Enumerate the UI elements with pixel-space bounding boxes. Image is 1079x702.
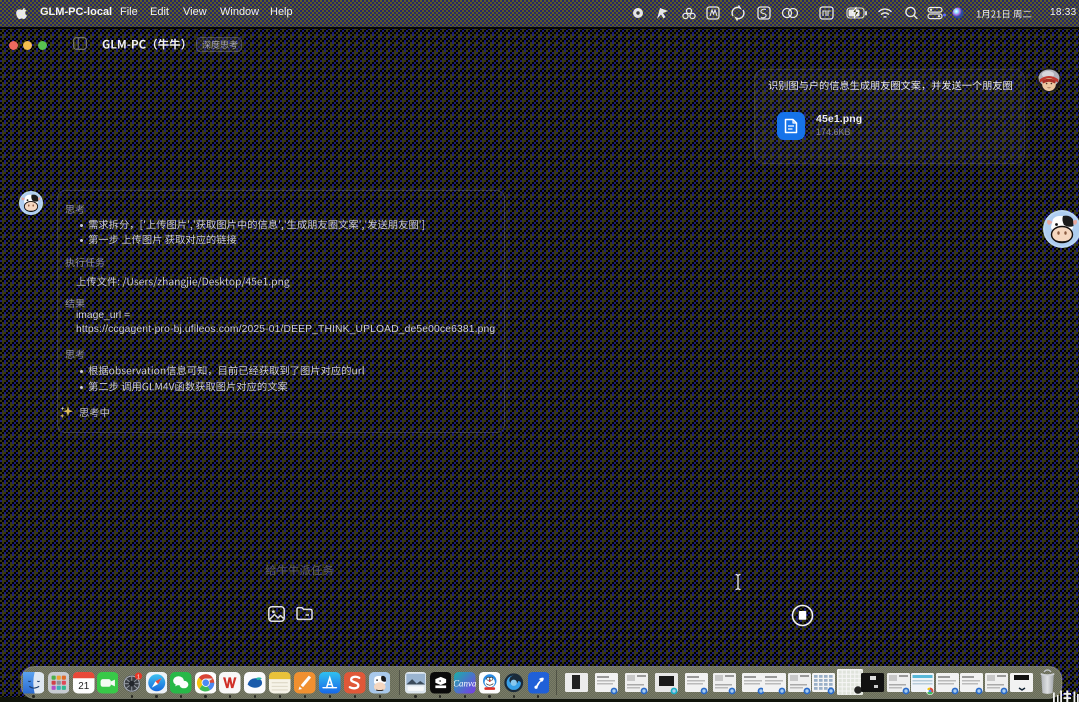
svg-text:21: 21 — [78, 681, 89, 692]
svg-text:Canva: Canva — [454, 678, 476, 688]
svg-text:1: 1 — [137, 674, 140, 680]
